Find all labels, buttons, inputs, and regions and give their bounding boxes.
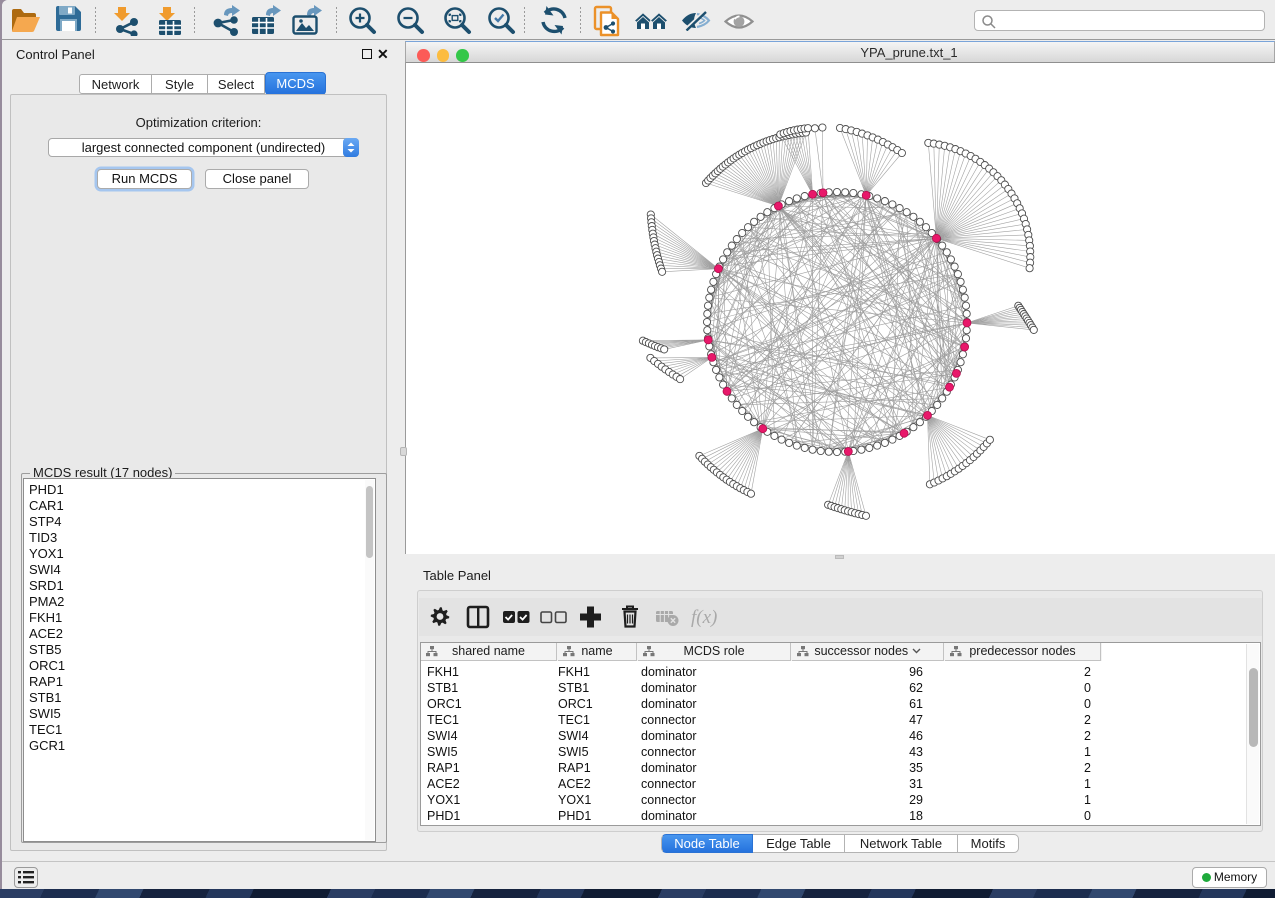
- svg-text:f(x): f(x): [691, 607, 717, 628]
